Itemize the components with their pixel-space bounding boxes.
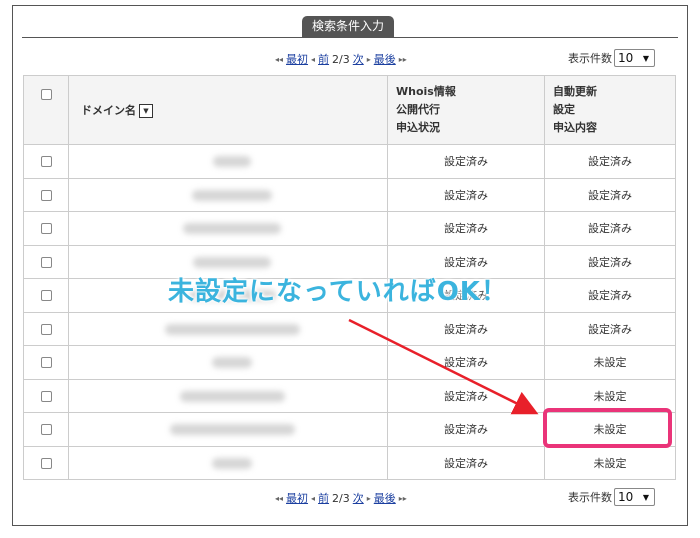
highlight-box (543, 408, 672, 448)
annotation-arrow (348, 318, 539, 415)
arrow-icon (348, 318, 539, 415)
annotation-text: 未設定になっていればOK！ (168, 277, 508, 307)
